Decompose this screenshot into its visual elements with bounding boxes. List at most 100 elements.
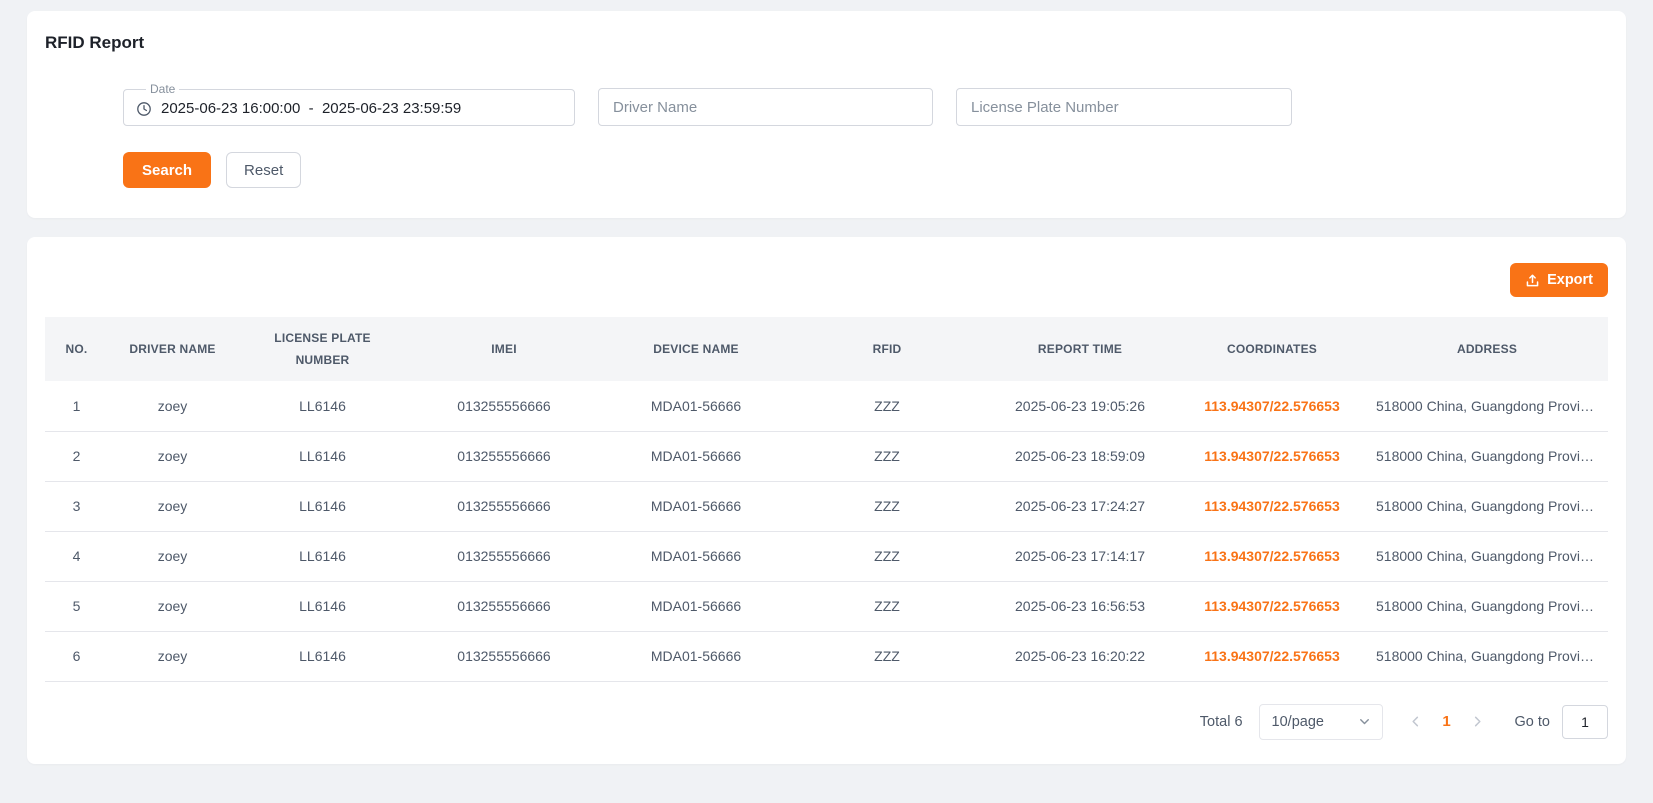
cell-driver-name: zoey [108, 431, 237, 481]
cell-report-time: 2025-06-23 17:14:17 [982, 531, 1178, 581]
cell-license-plate: LL6146 [237, 381, 408, 431]
date-field-label: Date [146, 83, 179, 95]
cell-device-name: MDA01-56666 [600, 381, 792, 431]
cell-license-plate: LL6146 [237, 531, 408, 581]
cell-device-name: MDA01-56666 [600, 581, 792, 631]
cell-coordinates-link[interactable]: 113.94307/22.576653 [1178, 581, 1366, 631]
filter-buttons-row: Search Reset [123, 152, 1608, 188]
cell-driver-name: zoey [108, 531, 237, 581]
cell-imei: 013255556666 [408, 631, 600, 681]
cell-coordinates-link[interactable]: 113.94307/22.576653 [1178, 631, 1366, 681]
cell-license-plate: LL6146 [237, 481, 408, 531]
cell-address: 518000 China, Guangdong Provin... [1366, 581, 1608, 631]
cell-rfid: ZZZ [792, 581, 982, 631]
cell-no: 6 [45, 631, 108, 681]
cell-coordinates-link[interactable]: 113.94307/22.576653 [1178, 531, 1366, 581]
chevron-left-icon [1409, 715, 1422, 728]
cell-rfid: ZZZ [792, 431, 982, 481]
cell-address: 518000 China, Guangdong Provin... [1366, 431, 1608, 481]
table-header-row: NO. DRIVER NAME LICENSE PLATE NUMBER IME… [45, 317, 1608, 381]
page-size-value: 10/page [1272, 714, 1324, 730]
table-toolbar: Export [45, 263, 1608, 297]
driver-name-input[interactable] [598, 88, 933, 126]
cell-address: 518000 China, Guangdong Provin... [1366, 631, 1608, 681]
cell-device-name: MDA01-56666 [600, 431, 792, 481]
cell-license-plate: LL6146 [237, 631, 408, 681]
rfid-report-table: NO. DRIVER NAME LICENSE PLATE NUMBER IME… [45, 317, 1608, 682]
page-controls: 1 [1403, 709, 1491, 735]
filter-card: RFID Report Date 2025-06-23 16:00:00 - 2… [27, 11, 1626, 218]
reset-button[interactable]: Reset [226, 152, 301, 188]
cell-driver-name: zoey [108, 481, 237, 531]
filter-form: Date 2025-06-23 16:00:00 - 2025-06-23 23… [123, 83, 1608, 188]
rfid-report-page: RFID Report Date 2025-06-23 16:00:00 - 2… [0, 0, 1653, 775]
export-icon [1525, 273, 1540, 288]
column-header-license-plate: LICENSE PLATE NUMBER [237, 317, 408, 381]
column-header-coordinates: COORDINATES [1178, 317, 1366, 381]
cell-report-time: 2025-06-23 16:20:22 [982, 631, 1178, 681]
search-button[interactable]: Search [123, 152, 211, 188]
page-title: RFID Report [45, 33, 1608, 53]
cell-no: 4 [45, 531, 108, 581]
cell-imei: 013255556666 [408, 531, 600, 581]
cell-address: 518000 China, Guangdong Provin... [1366, 381, 1608, 431]
cell-report-time: 2025-06-23 17:24:27 [982, 481, 1178, 531]
date-range-field[interactable]: Date 2025-06-23 16:00:00 - 2025-06-23 23… [123, 83, 575, 126]
cell-license-plate: LL6146 [237, 581, 408, 631]
pagination: Total 6 10/page 1 [45, 704, 1608, 740]
column-header-driver-name: DRIVER NAME [108, 317, 237, 381]
prev-page-button[interactable] [1403, 709, 1429, 735]
table-row: 4 zoey LL6146 013255556666 MDA01-56666 Z… [45, 531, 1608, 581]
cell-coordinates-link[interactable]: 113.94307/22.576653 [1178, 481, 1366, 531]
cell-report-time: 2025-06-23 19:05:26 [982, 381, 1178, 431]
column-header-no: NO. [45, 317, 108, 381]
cell-driver-name: zoey [108, 631, 237, 681]
column-header-imei: IMEI [408, 317, 600, 381]
cell-imei: 013255556666 [408, 481, 600, 531]
table-row: 6 zoey LL6146 013255556666 MDA01-56666 Z… [45, 631, 1608, 681]
cell-coordinates-link[interactable]: 113.94307/22.576653 [1178, 431, 1366, 481]
cell-rfid: ZZZ [792, 481, 982, 531]
license-plate-input[interactable] [956, 88, 1292, 126]
table-row: 3 zoey LL6146 013255556666 MDA01-56666 Z… [45, 481, 1608, 531]
date-range-inner: 2025-06-23 16:00:00 - 2025-06-23 23:59:5… [136, 95, 562, 122]
chevron-right-icon [1471, 715, 1484, 728]
cell-no: 5 [45, 581, 108, 631]
cell-license-plate: LL6146 [237, 431, 408, 481]
cell-no: 1 [45, 381, 108, 431]
cell-device-name: MDA01-56666 [600, 631, 792, 681]
current-page[interactable]: 1 [1434, 713, 1460, 730]
cell-rfid: ZZZ [792, 381, 982, 431]
page-size-select[interactable]: 10/page [1259, 704, 1383, 740]
cell-rfid: ZZZ [792, 631, 982, 681]
cell-report-time: 2025-06-23 18:59:09 [982, 431, 1178, 481]
column-header-address: ADDRESS [1366, 317, 1608, 381]
cell-imei: 013255556666 [408, 381, 600, 431]
cell-no: 2 [45, 431, 108, 481]
cell-driver-name: zoey [108, 581, 237, 631]
next-page-button[interactable] [1465, 709, 1491, 735]
table-row: 1 zoey LL6146 013255556666 MDA01-56666 Z… [45, 381, 1608, 431]
cell-device-name: MDA01-56666 [600, 531, 792, 581]
cell-address: 518000 China, Guangdong Provin... [1366, 531, 1608, 581]
column-header-rfid: RFID [792, 317, 982, 381]
goto-page-input[interactable] [1562, 705, 1608, 739]
goto-label: Go to [1515, 714, 1550, 730]
cell-imei: 013255556666 [408, 581, 600, 631]
chevron-down-icon [1359, 716, 1370, 727]
cell-no: 3 [45, 481, 108, 531]
table-row: 2 zoey LL6146 013255556666 MDA01-56666 Z… [45, 431, 1608, 481]
filter-inputs-row: Date 2025-06-23 16:00:00 - 2025-06-23 23… [123, 83, 1608, 126]
cell-report-time: 2025-06-23 16:56:53 [982, 581, 1178, 631]
clock-icon [136, 101, 152, 117]
export-button[interactable]: Export [1510, 263, 1608, 297]
cell-coordinates-link[interactable]: 113.94307/22.576653 [1178, 381, 1366, 431]
report-table-card: Export NO. DRIVER NAME LICENSE PLATE NUM… [27, 237, 1626, 764]
table-body: 1 zoey LL6146 013255556666 MDA01-56666 Z… [45, 381, 1608, 681]
column-header-report-time: REPORT TIME [982, 317, 1178, 381]
date-range-value: 2025-06-23 16:00:00 - 2025-06-23 23:59:5… [161, 100, 461, 117]
export-button-label: Export [1547, 272, 1593, 288]
cell-address: 518000 China, Guangdong Provin... [1366, 481, 1608, 531]
cell-rfid: ZZZ [792, 531, 982, 581]
cell-device-name: MDA01-56666 [600, 481, 792, 531]
